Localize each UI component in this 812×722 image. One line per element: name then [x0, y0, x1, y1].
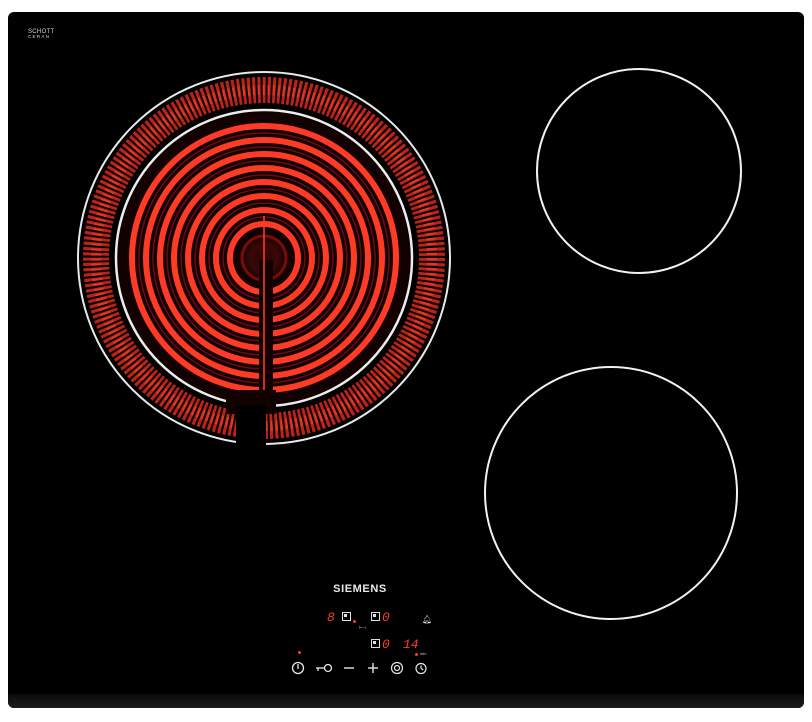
cooking-zone-rear-right[interactable]	[536, 68, 742, 274]
power-icon	[291, 661, 305, 675]
zone-active-indicator-dot	[353, 620, 356, 623]
cooking-zone-front-right[interactable]	[484, 366, 738, 620]
zone-select-button[interactable]	[389, 660, 405, 676]
power-indicator-dot	[298, 651, 301, 654]
zone-select-icon	[390, 661, 404, 675]
zone-front-right-symbol-icon[interactable]	[371, 639, 380, 648]
zone-rear-level-display: 0	[382, 610, 390, 625]
timer-button[interactable]	[413, 660, 429, 676]
timer-bell-icon: 🔔︎	[422, 615, 433, 624]
child-lock-button[interactable]	[314, 660, 334, 676]
timer-icon	[415, 662, 427, 675]
brand-logo: SIEMENS	[333, 583, 387, 595]
glass-manufacturer-mark: SCHOTT CERAN	[28, 29, 54, 42]
timer-unit-label: min	[420, 651, 427, 656]
zone-rear-symbol-icon[interactable]	[371, 612, 380, 621]
boost-symbol-icon: ⊢⊣	[359, 625, 366, 630]
zone-front-left-level-display: 8	[327, 610, 335, 625]
power-button[interactable]	[290, 660, 306, 676]
key-lock-icon	[316, 663, 333, 673]
timer-value-display: 14	[403, 637, 419, 652]
glass-mark-line2: CERAN	[28, 34, 51, 39]
glass-front-edge	[8, 694, 804, 708]
zone-front-left-symbol-icon[interactable]	[342, 612, 351, 621]
zone-front-right-level-display: 0	[382, 637, 390, 652]
minus-icon	[344, 667, 354, 669]
ceramic-hob: SCHOTT CERAN SIEMENS 8 ⊢⊣ 0 🔔︎ 0 14 min	[8, 12, 804, 708]
timer-indicator-dot	[415, 653, 418, 656]
cooking-zone-left-heated[interactable]	[76, 70, 452, 446]
plus-icon	[368, 663, 378, 673]
plus-button[interactable]	[365, 660, 381, 676]
heating-element-graphic	[77, 71, 451, 445]
minus-button[interactable]	[341, 660, 357, 676]
